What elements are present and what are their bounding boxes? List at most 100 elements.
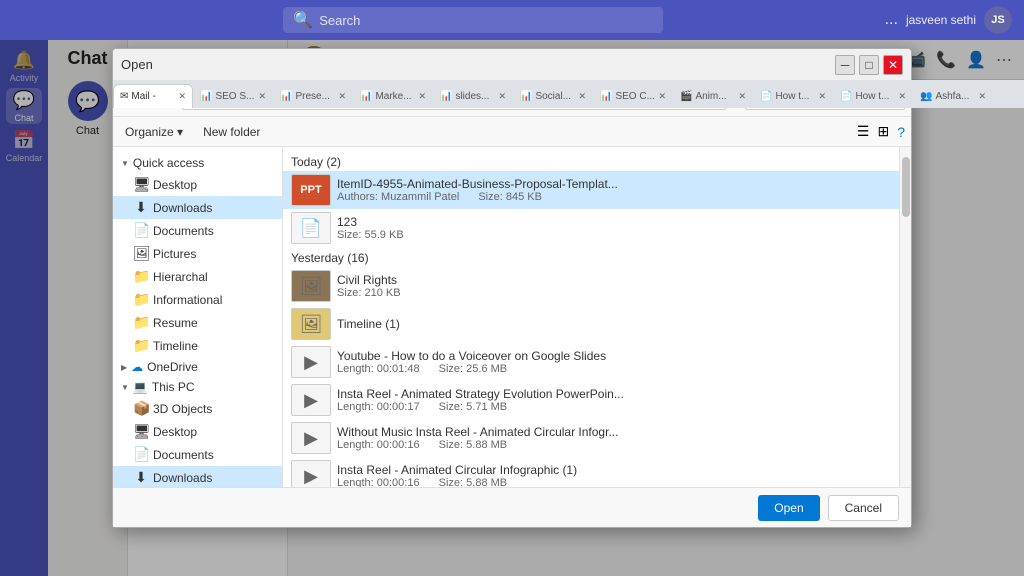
file-size-pptx: Size: (478, 191, 506, 203)
this-pc-header[interactable]: ▼ 💻 This PC (113, 377, 282, 397)
file-item-wo-music-circular[interactable]: ▶ Without Music Insta Reel - Animated Ci… (283, 419, 899, 457)
file-size-label-123: Size: (337, 229, 365, 241)
search-icon-dialog: 🔍 (752, 92, 767, 106)
folder-informational-icon: 📁 (133, 291, 149, 308)
file-dialog-overlay: Open ─ □ ✕ ◀ ▶ ↑ 📁 This PC › Downloads › (0, 0, 1024, 576)
dialog-search-box[interactable]: 🔍 Search Downloads (745, 88, 905, 110)
addr-downloads-label: Downloads (262, 92, 321, 106)
file-name-insta-strategy: Insta Reel - Animated Strategy Evolution… (337, 387, 891, 401)
dialog-maximize-button[interactable]: □ (859, 55, 879, 75)
tree-item-timeline[interactable]: 📁 Timeline (113, 334, 282, 357)
file-item-insta-strategy[interactable]: ▶ Insta Reel - Animated Strategy Evoluti… (283, 381, 899, 419)
desktop-label: Desktop (153, 178, 197, 192)
file-item-123[interactable]: 📄 123 Size: 55.9 KB (283, 209, 899, 247)
dialog-addressbar: ◀ ▶ ↑ 📁 This PC › Downloads › ↻ 🔍 Search… (113, 81, 911, 117)
tree-item-downloads[interactable]: ⬇ Downloads (113, 196, 282, 219)
length-label-c1: Length: (337, 477, 377, 487)
onedrive-header[interactable]: ▶ ☁ OneDrive (113, 357, 282, 377)
file-item-civil-rights[interactable]: 🖼 Civil Rights Size: 210 KB (283, 267, 899, 305)
this-pc-icon: 💻 (133, 380, 148, 394)
tree-item-informational[interactable]: 📁 Informational (113, 288, 282, 311)
organize-button[interactable]: Organize ▾ (119, 123, 189, 141)
file-size-label-civil: Size: (337, 287, 365, 299)
file-meta-youtube: Length: 00:01:48 Size: 25.6 MB (337, 363, 891, 375)
tree-item-pictures[interactable]: 🖼 Pictures (113, 242, 282, 265)
file-thumb-insta-strategy: ▶ (291, 384, 331, 416)
tree-item-desktop[interactable]: 🖥 Desktop (113, 173, 282, 196)
back-button[interactable]: ◀ (119, 89, 137, 109)
file-thumb-timeline: 🖼 (291, 308, 331, 340)
view-toggle-icon[interactable]: ☰ (857, 123, 870, 140)
addr-sep-2: › (326, 92, 330, 106)
dialog-bottom: Open Cancel (113, 487, 911, 527)
nav-tree: ▼ Quick access 🖥 Desktop ⬇ Downloads 📄 D… (113, 147, 283, 487)
size-value-insta: 5.71 MB (466, 401, 507, 413)
length-value-wo-c: 00:00:16 (377, 439, 420, 451)
downloads-label: Downloads (153, 201, 212, 215)
dialog-title: Open (121, 57, 153, 72)
onedrive-arrow: ▶ (121, 363, 127, 372)
size-value-c1: 5.88 MB (466, 477, 507, 487)
pictures-label: Pictures (153, 247, 196, 261)
pc-desktop-icon: 🖥 (133, 423, 149, 440)
new-folder-button[interactable]: New folder (197, 123, 266, 141)
file-info-civil: Civil Rights Size: 210 KB (337, 273, 891, 299)
scrollbar-thumb[interactable] (902, 157, 910, 217)
tree-item-pc-downloads[interactable]: ⬇ Downloads (113, 466, 282, 487)
3d-objects-icon: 📦 (133, 400, 149, 417)
3d-label: 3D Objects (153, 402, 212, 416)
this-pc-label: This PC (152, 380, 195, 394)
file-authors-label: Authors: (337, 191, 381, 203)
tree-item-hierarchal[interactable]: 📁 Hierarchal (113, 265, 282, 288)
size-value-youtube: 25.6 MB (466, 363, 507, 375)
whole-page: 🔍 Search ... jasveen sethi JS 🔔 Activity… (0, 0, 1024, 576)
length-label-wo-c: Length: (337, 439, 377, 451)
address-path[interactable]: 📁 This PC › Downloads › (182, 88, 727, 110)
file-size-value-123: 55.9 KB (365, 229, 404, 241)
length-label-insta: Length: (337, 401, 377, 413)
up-button[interactable]: ↑ (163, 89, 178, 108)
this-pc-arrow: ▼ (121, 383, 129, 392)
length-value-youtube: 00:01:48 (377, 363, 420, 375)
tree-item-pc-documents[interactable]: 📄 Documents (113, 443, 282, 466)
file-meta-123: Size: 55.9 KB (337, 229, 891, 241)
file-info-123: 123 Size: 55.9 KB (337, 215, 891, 241)
folder-resume-icon: 📁 (133, 314, 149, 331)
file-meta-wo-circular: Length: 00:00:16 Size: 5.88 MB (337, 439, 891, 451)
file-scrollbar[interactable] (899, 147, 911, 487)
file-item-pptx[interactable]: PPT ItemID-4955-Animated-Business-Propos… (283, 171, 899, 209)
file-meta-insta-strategy: Length: 00:00:17 Size: 5.71 MB (337, 401, 891, 413)
file-open-dialog: Open ─ □ ✕ ◀ ▶ ↑ 📁 This PC › Downloads › (112, 48, 912, 528)
view-grid-icon[interactable]: ⊞ (877, 123, 889, 140)
refresh-button[interactable]: ↻ (730, 91, 741, 107)
help-icon[interactable]: ? (897, 124, 905, 140)
today-section-header: Today (2) (283, 151, 899, 171)
quick-access-header[interactable]: ▼ Quick access (113, 153, 282, 173)
downloads-icon: ⬇ (133, 199, 149, 216)
tree-item-resume[interactable]: 📁 Resume (113, 311, 282, 334)
tree-item-3d[interactable]: 📦 3D Objects (113, 397, 282, 420)
file-item-insta-circular-1[interactable]: ▶ Insta Reel - Animated Circular Infogra… (283, 457, 899, 487)
tree-item-pc-desktop[interactable]: 🖥 Desktop (113, 420, 282, 443)
file-info-timeline: Timeline (1) (337, 317, 891, 331)
length-label-youtube: Length: (337, 363, 377, 375)
file-meta-pptx: Authors: Muzammil Patel Size: 845 KB (337, 191, 891, 203)
quick-access-label: Quick access (133, 156, 204, 170)
size-label-insta: Size: (439, 401, 467, 413)
dialog-minimize-button[interactable]: ─ (835, 55, 855, 75)
dialog-titlebar: Open ─ □ ✕ (113, 49, 911, 81)
folder-timeline-icon: 📁 (133, 337, 149, 354)
file-item-youtube-voice[interactable]: ▶ Youtube - How to do a Voiceover on Goo… (283, 343, 899, 381)
dialog-open-button[interactable]: Open (758, 495, 819, 521)
dialog-close-button[interactable]: ✕ (883, 55, 903, 75)
forward-button[interactable]: ▶ (141, 89, 159, 109)
file-authors-value: Muzammil Patel (381, 191, 459, 203)
file-size-value-pptx: 845 KB (506, 191, 542, 203)
file-item-timeline[interactable]: 🖼 Timeline (1) (283, 305, 899, 343)
dialog-cancel-button[interactable]: Cancel (828, 495, 899, 521)
file-thumb-123: 📄 (291, 212, 331, 244)
pc-documents-label: Documents (153, 448, 214, 462)
pc-documents-icon: 📄 (133, 446, 149, 463)
file-info-youtube: Youtube - How to do a Voiceover on Googl… (337, 349, 891, 375)
tree-item-documents[interactable]: 📄 Documents (113, 219, 282, 242)
